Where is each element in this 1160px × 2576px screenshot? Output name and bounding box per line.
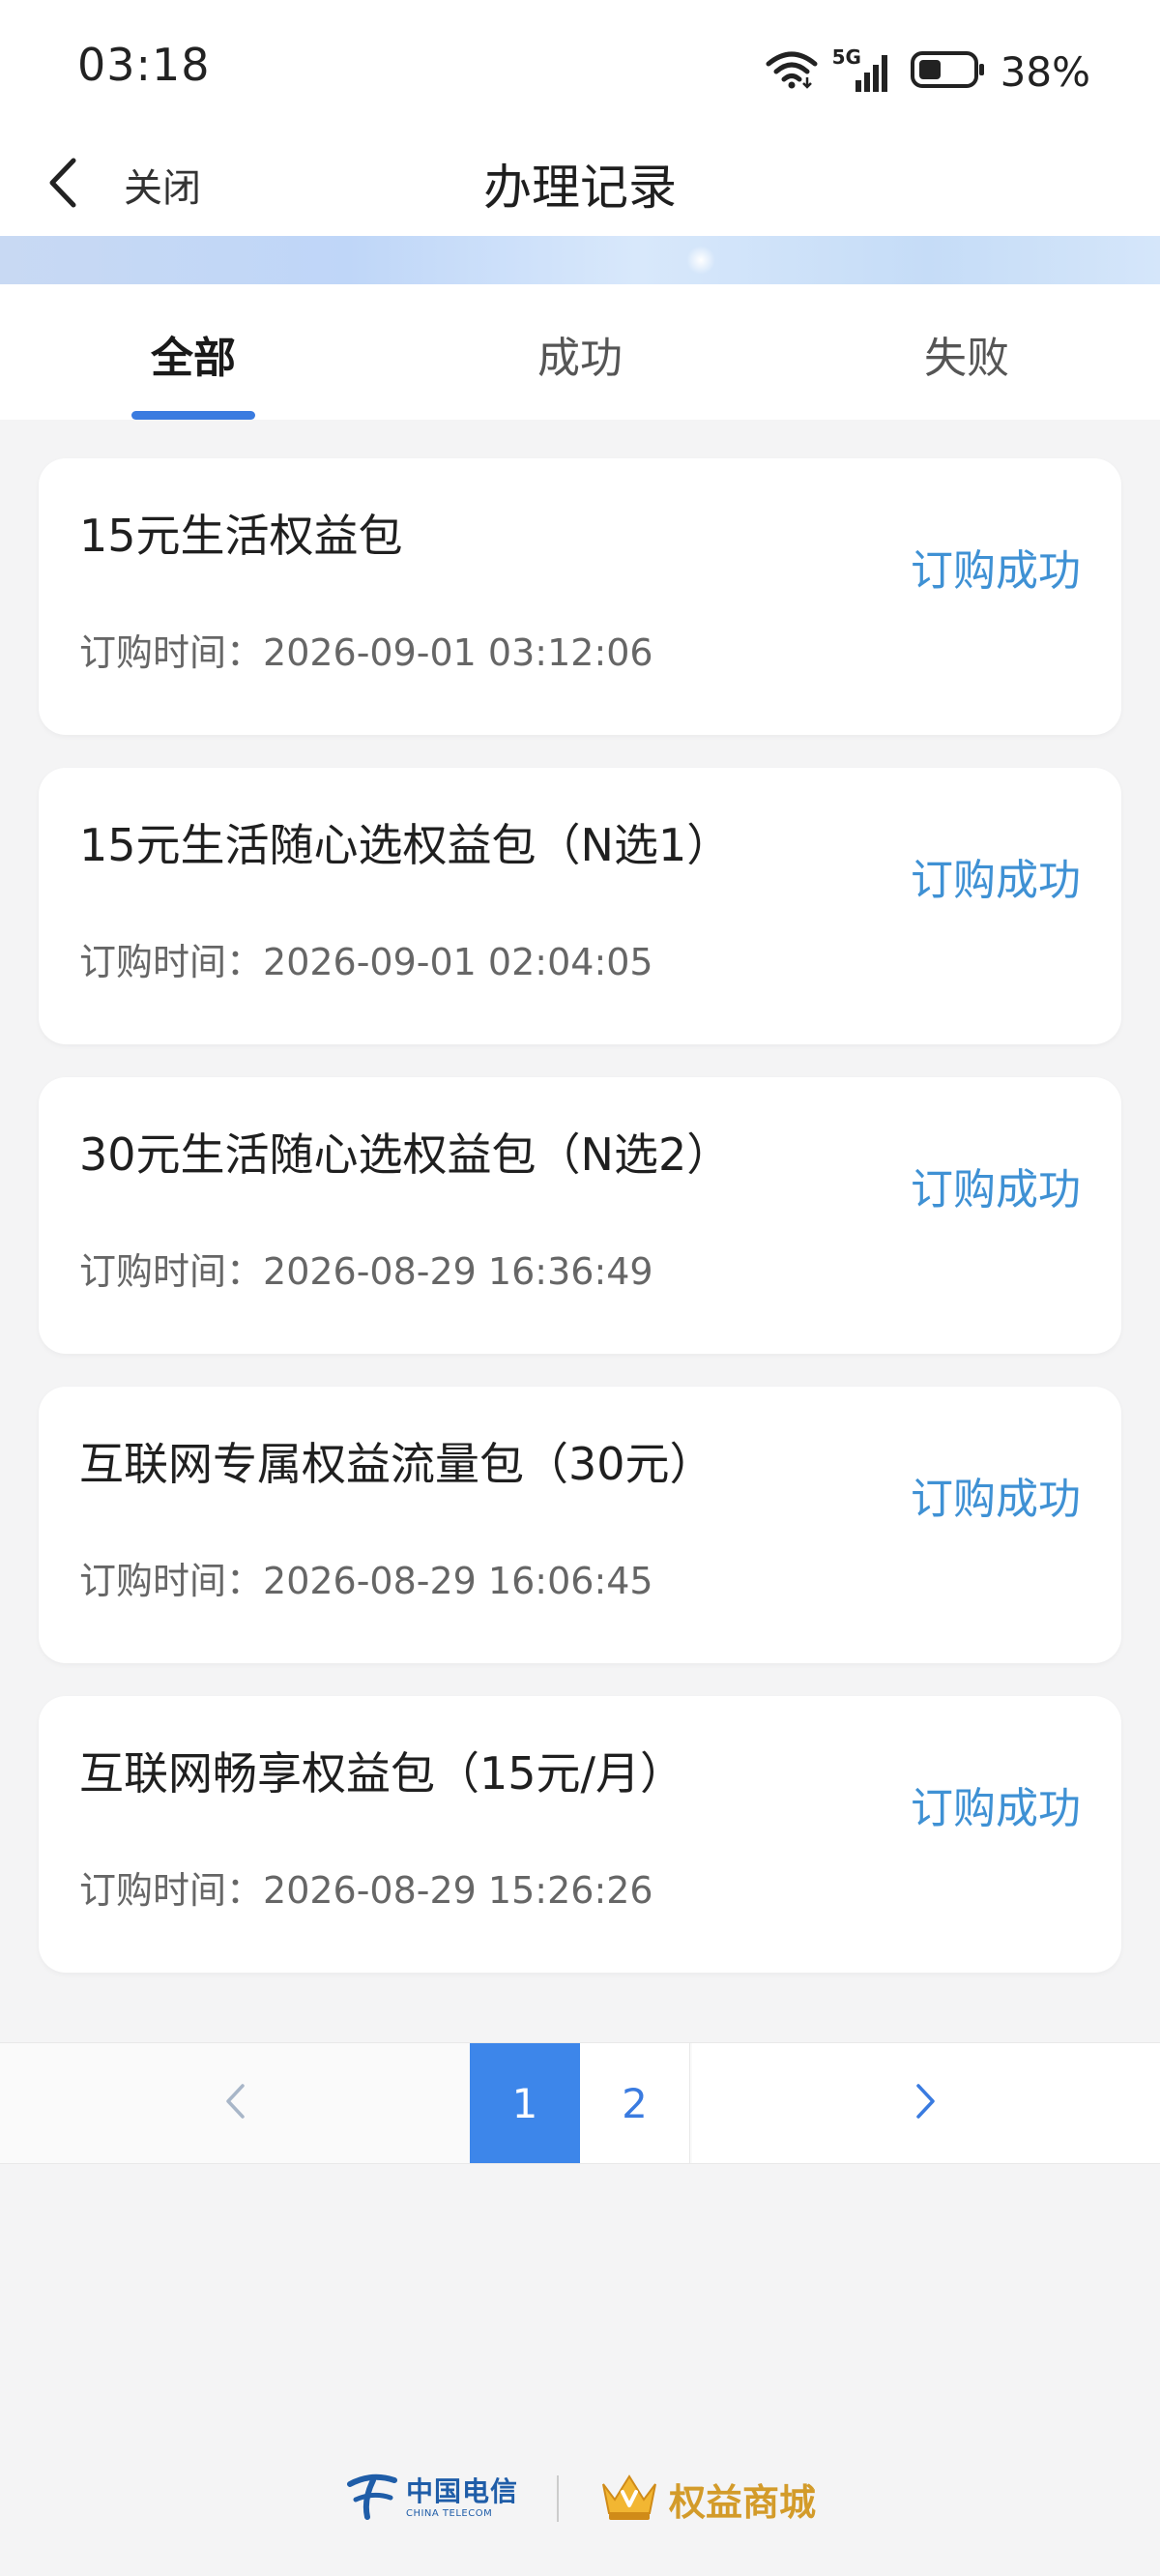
record-card[interactable]: 15元生活随心选权益包（N选1） 订购时间：2026-09-01 02:04:0…	[39, 768, 1121, 1044]
record-status: 订购成功	[911, 1784, 1081, 1833]
chevron-left-icon	[223, 2082, 246, 2124]
record-list: 15元生活权益包 订购时间：2026-09-01 03:12:06 订购成功 1…	[39, 458, 1121, 2005]
record-card[interactable]: 30元生活随心选权益包（N选2） 订购时间：2026-08-29 16:36:4…	[39, 1077, 1121, 1354]
page-title: 办理记录	[483, 160, 677, 216]
record-time: 订购时间：2026-08-29 15:26:26	[79, 1860, 653, 1914]
next-page-button[interactable]	[692, 2043, 1160, 2163]
record-time-label: 订购时间：	[79, 1560, 264, 1602]
record-status: 订购成功	[911, 546, 1081, 596]
rights-mall-label: 权益商城	[669, 2480, 817, 2524]
nav-bar: 关闭 办理记录	[0, 135, 1160, 236]
status-icons: 5G 38%	[765, 43, 1090, 101]
record-title: 15元生活权益包	[79, 510, 403, 562]
status-time: 03:18	[77, 39, 211, 91]
china-telecom-emblem-icon	[344, 2471, 398, 2527]
china-telecom-en: CHINA TELECOM	[405, 2508, 493, 2519]
china-telecom-logo: 中国电信 CHINA TELECOM	[344, 2471, 518, 2527]
crown-icon	[597, 2471, 661, 2527]
footer: 中国电信 CHINA TELECOM 权益商城	[0, 2460, 1160, 2537]
tab-label: 全部	[151, 334, 236, 383]
record-card[interactable]: 互联网专属权益流量包（30元） 订购时间：2026-08-29 16:06:45…	[39, 1387, 1121, 1663]
tab-label: 失败	[924, 334, 1009, 383]
filter-tabs: 全部 成功 失败	[0, 284, 1160, 420]
rights-mall-logo: 权益商城	[597, 2471, 816, 2527]
record-title: 互联网专属权益流量包（30元）	[79, 1438, 714, 1490]
signal-icon: 5G	[832, 45, 896, 96]
page-button-1[interactable]: 1	[470, 2043, 580, 2163]
tab-label: 成功	[537, 334, 623, 383]
banner-glow	[686, 246, 715, 275]
record-time-label: 订购时间：	[79, 1869, 264, 1912]
record-card[interactable]: 15元生活权益包 订购时间：2026-09-01 03:12:06 订购成功	[39, 458, 1121, 735]
wifi-icon	[765, 50, 819, 93]
record-time: 订购时间：2026-09-01 03:12:06	[79, 623, 653, 676]
record-time-value: 2026-09-01 03:12:06	[263, 631, 653, 674]
record-card[interactable]: 互联网畅享权益包（15元/月） 订购时间：2026-08-29 15:26:26…	[39, 1696, 1121, 1973]
tab-failed[interactable]: 失败	[773, 284, 1160, 420]
page-button-2[interactable]: 2	[580, 2043, 690, 2163]
record-time: 订购时间：2026-08-29 16:36:49	[79, 1242, 653, 1295]
tab-active-indicator	[131, 411, 255, 420]
record-time-label: 订购时间：	[79, 1250, 264, 1293]
record-title: 15元生活随心选权益包（N选1）	[79, 819, 732, 871]
prev-page-button[interactable]	[0, 2043, 470, 2163]
record-status: 订购成功	[911, 1475, 1081, 1524]
record-title: 互联网畅享权益包（15元/月）	[79, 1747, 685, 1800]
record-title: 30元生活随心选权益包（N选2）	[79, 1128, 732, 1181]
record-time-label: 订购时间：	[79, 631, 264, 674]
record-status: 订购成功	[911, 856, 1081, 905]
footer-divider	[557, 2475, 559, 2522]
tab-all[interactable]: 全部	[0, 284, 387, 420]
tab-success[interactable]: 成功	[387, 284, 773, 420]
record-status: 订购成功	[911, 1165, 1081, 1215]
status-bar: 03:18 5G 38%	[0, 0, 1160, 135]
battery-percent: 38%	[1000, 47, 1090, 96]
record-time-value: 2026-08-29 16:36:49	[263, 1250, 653, 1293]
record-time-value: 2026-09-01 02:04:05	[263, 941, 653, 983]
chevron-right-icon	[914, 2082, 938, 2124]
record-time-label: 订购时间：	[79, 941, 264, 983]
china-telecom-wordmark: 中国电信 CHINA TELECOM	[406, 2478, 518, 2519]
china-telecom-cn: 中国电信	[405, 2475, 518, 2507]
record-time-value: 2026-08-29 15:26:26	[263, 1869, 653, 1912]
record-time: 订购时间：2026-09-01 02:04:05	[79, 932, 653, 985]
record-time: 订购时间：2026-08-29 16:06:45	[79, 1551, 653, 1604]
battery-icon	[910, 49, 987, 94]
header-banner-strip	[0, 236, 1160, 284]
record-time-value: 2026-08-29 16:06:45	[263, 1560, 653, 1602]
pagination: 1 2	[0, 2042, 1160, 2164]
